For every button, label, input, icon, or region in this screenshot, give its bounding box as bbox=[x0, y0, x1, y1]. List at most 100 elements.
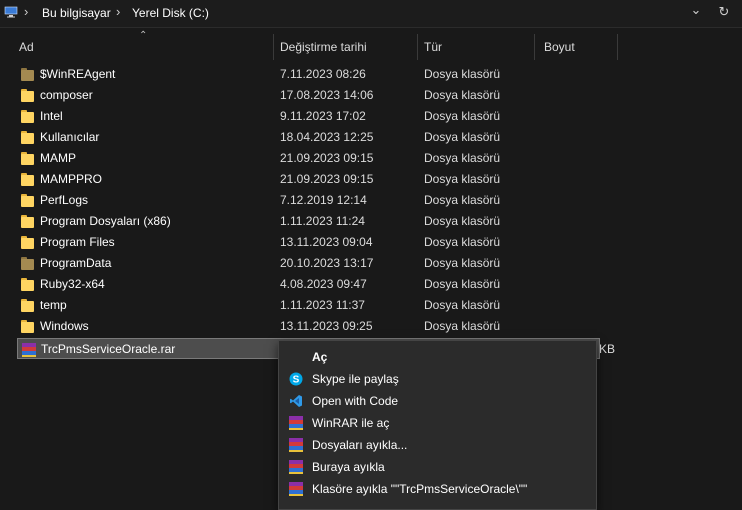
folder-icon bbox=[21, 320, 34, 333]
file-name: composer bbox=[40, 88, 93, 102]
file-row[interactable]: temp 1.11.2023 11:37 Dosya klasörü bbox=[17, 295, 600, 316]
file-name: Intel bbox=[40, 109, 63, 123]
menu-item-skype-share[interactable]: S Skype ile paylaş bbox=[279, 368, 596, 390]
file-type: Dosya klasörü bbox=[424, 214, 501, 228]
file-row[interactable]: PerfLogs 7.12.2019 12:14 Dosya klasörü bbox=[17, 190, 600, 211]
file-date: 7.11.2023 08:26 bbox=[280, 67, 366, 81]
folder-icon bbox=[21, 257, 34, 270]
folder-icon bbox=[21, 278, 34, 291]
folder-icon bbox=[21, 110, 34, 123]
folder-icon bbox=[21, 89, 34, 102]
computer-icon bbox=[4, 6, 18, 18]
file-name: Ruby32-x64 bbox=[40, 277, 105, 291]
file-date: 7.12.2019 12:14 bbox=[280, 193, 367, 207]
column-type[interactable]: Tür bbox=[424, 34, 442, 60]
column-divider[interactable] bbox=[417, 34, 418, 60]
file-date: 20.10.2023 13:17 bbox=[280, 256, 374, 270]
column-divider[interactable] bbox=[617, 34, 618, 60]
column-modified[interactable]: Değiştirme tarihi bbox=[280, 34, 367, 60]
file-date: 4.08.2023 09:47 bbox=[280, 277, 367, 291]
file-row[interactable]: composer 17.08.2023 14:06 Dosya klasörü bbox=[17, 85, 600, 106]
file-name: Program Dosyaları (x86) bbox=[40, 214, 171, 228]
sort-ascending-icon: ⌃ bbox=[139, 30, 148, 41]
menu-item-label: WinRAR ile aç bbox=[312, 416, 390, 430]
file-row[interactable]: ProgramData 20.10.2023 13:17 Dosya klasörü bbox=[17, 253, 600, 274]
file-type: Dosya klasörü bbox=[424, 109, 501, 123]
file-size: KB bbox=[599, 342, 616, 356]
file-date: 13.11.2023 09:25 bbox=[280, 319, 373, 333]
menu-item-winrar-open[interactable]: WinRAR ile aç bbox=[279, 412, 596, 434]
file-date: 21.09.2023 09:15 bbox=[280, 172, 374, 186]
winrar-icon bbox=[289, 482, 303, 496]
file-name: Kullanıcılar bbox=[40, 130, 100, 144]
breadcrumb-this-pc[interactable]: Bu bilgisayar bbox=[42, 6, 111, 20]
file-row[interactable]: MAMP 21.09.2023 09:15 Dosya klasörü bbox=[17, 148, 600, 169]
file-type: Dosya klasörü bbox=[424, 193, 501, 207]
winrar-archive-icon bbox=[22, 343, 36, 357]
file-type: Dosya klasörü bbox=[424, 277, 501, 291]
file-row[interactable]: Program Files 13.11.2023 09:04 Dosya klasö… bbox=[17, 232, 600, 253]
file-row[interactable]: Kullanıcılar 18.04.2023 12:25 Dosya klasör… bbox=[17, 127, 600, 148]
svg-text:S: S bbox=[293, 375, 300, 386]
file-name: Program Files bbox=[40, 235, 115, 249]
file-name: $WinREAgent bbox=[40, 67, 116, 81]
menu-item-label: Klasöre ayıkla ""TrcPmsServiceOracle\"" bbox=[312, 482, 528, 496]
file-date: 1.11.2023 11:24 bbox=[280, 214, 365, 228]
menu-item-label: Buraya ayıkla bbox=[312, 460, 385, 474]
column-divider[interactable] bbox=[534, 34, 535, 60]
refresh-icon[interactable]: ↻ bbox=[716, 4, 732, 22]
breadcrumb-separator[interactable]: › bbox=[24, 4, 28, 19]
address-bar[interactable]: › Bu bilgisayar › Yerel Disk (C:) ⌄ ↻ bbox=[0, 0, 742, 28]
menu-item-extract-to-folder[interactable]: Klasöre ayıkla ""TrcPmsServiceOracle\"" bbox=[279, 478, 596, 500]
breadcrumb-local-disk[interactable]: Yerel Disk (C:) bbox=[132, 6, 209, 20]
column-size[interactable]: Boyut bbox=[544, 34, 575, 60]
file-date: 21.09.2023 09:15 bbox=[280, 151, 374, 165]
folder-icon bbox=[21, 236, 34, 249]
menu-item-open-with-code[interactable]: Open with Code bbox=[279, 390, 596, 412]
file-type: Dosya klasörü bbox=[424, 319, 501, 333]
file-name: Windows bbox=[40, 319, 89, 333]
file-date: 9.11.2023 17:02 bbox=[280, 109, 366, 123]
file-type: Dosya klasörü bbox=[424, 88, 501, 102]
file-type: Dosya klasörü bbox=[424, 67, 501, 81]
breadcrumb-separator[interactable]: › bbox=[116, 4, 120, 19]
file-row[interactable]: Intel 9.11.2023 17:02 Dosya klasörü bbox=[17, 106, 600, 127]
file-name: MAMP bbox=[40, 151, 76, 165]
file-type: Dosya klasörü bbox=[424, 256, 501, 270]
column-divider[interactable] bbox=[273, 34, 274, 60]
column-header: ⌃ Ad Değiştirme tarihi Tür Boyut bbox=[0, 30, 742, 60]
file-type: Dosya klasörü bbox=[424, 235, 501, 249]
file-name: MAMPPRO bbox=[40, 172, 103, 186]
folder-icon bbox=[21, 152, 34, 165]
file-date: 1.11.2023 11:37 bbox=[280, 298, 365, 312]
file-type: Dosya klasörü bbox=[424, 151, 501, 165]
file-name: TrcPmsServiceOracle.rar bbox=[41, 342, 176, 356]
menu-item-label: Dosyaları ayıkla... bbox=[312, 438, 408, 452]
folder-icon bbox=[21, 131, 34, 144]
file-row[interactable]: Windows 13.11.2023 09:25 Dosya klasörü bbox=[17, 316, 600, 337]
folder-icon bbox=[21, 173, 34, 186]
vscode-icon bbox=[290, 395, 302, 407]
menu-item-label: Open with Code bbox=[312, 394, 399, 408]
file-row[interactable]: Program Dosyaları (x86) 1.11.2023 11:24 Do… bbox=[17, 211, 600, 232]
file-date: 17.08.2023 14:06 bbox=[280, 88, 374, 102]
file-name: PerfLogs bbox=[40, 193, 89, 207]
menu-item-extract-here[interactable]: Buraya ayıkla bbox=[279, 456, 596, 478]
skype-icon: S bbox=[289, 372, 303, 386]
file-row[interactable]: MAMPPRO 21.09.2023 09:15 Dosya klasörü bbox=[17, 169, 600, 190]
menu-item-label: Aç bbox=[312, 350, 328, 364]
folder-icon bbox=[21, 68, 34, 81]
file-row[interactable]: Ruby32-x64 4.08.2023 09:47 Dosya klasörü bbox=[17, 274, 600, 295]
file-type: Dosya klasörü bbox=[424, 172, 501, 186]
context-menu: Aç S Skype ile paylaş Open with Code Win… bbox=[278, 340, 597, 510]
address-dropdown-icon[interactable]: ⌄ bbox=[688, 2, 704, 20]
menu-item-extract-files[interactable]: Dosyaları ayıkla... bbox=[279, 434, 596, 456]
menu-item-open[interactable]: Aç bbox=[279, 346, 596, 368]
column-name[interactable]: Ad bbox=[19, 34, 34, 60]
folder-icon bbox=[21, 194, 34, 207]
file-date: 18.04.2023 12:25 bbox=[280, 130, 374, 144]
file-type: Dosya klasörü bbox=[424, 130, 501, 144]
file-row[interactable]: $WinREAgent 7.11.2023 08:26 Dosya klasörü bbox=[17, 64, 600, 85]
file-type: Dosya klasörü bbox=[424, 298, 501, 312]
winrar-icon bbox=[289, 438, 303, 452]
